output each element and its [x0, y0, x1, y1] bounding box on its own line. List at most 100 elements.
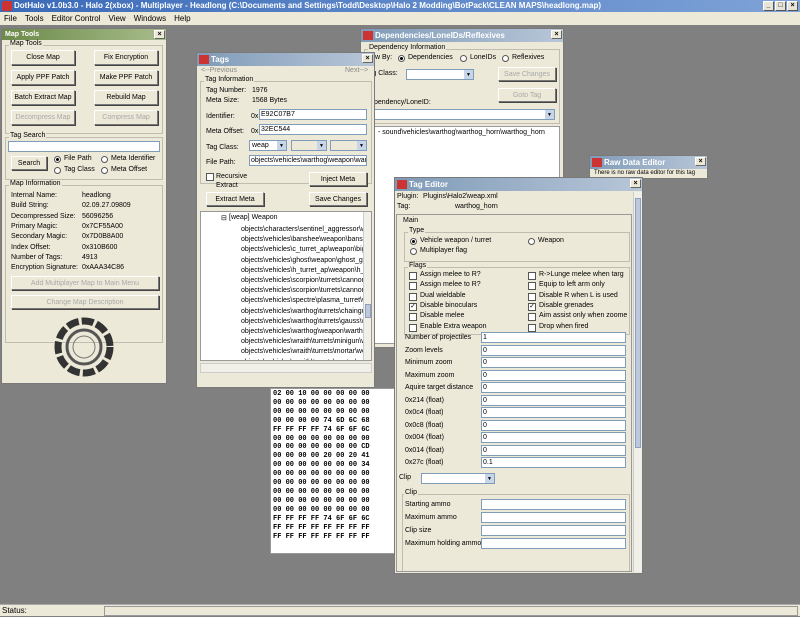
flag-checkbox[interactable] [528, 272, 536, 280]
tree-item[interactable]: objects\vehicles\scorpion\turrets\cannon… [241, 276, 371, 286]
flag-checkbox[interactable] [409, 323, 417, 332]
tree-item[interactable]: objects\vehicles\warthog\weapon\warthog_… [241, 327, 371, 337]
rebuild-map-button[interactable]: Rebuild Map [94, 90, 158, 105]
reflexives-radio[interactable] [502, 55, 509, 62]
tag-class-select-3[interactable] [330, 140, 367, 151]
tag-editor-scrollbar[interactable] [633, 192, 642, 572]
clip-field-input[interactable] [481, 499, 626, 510]
menu-tools[interactable]: Tools [25, 12, 44, 25]
dependency-item[interactable]: - sound\vehicles\warthog\warthog_horn\wa… [378, 129, 545, 136]
tree-item[interactable]: objects\vehicles\wraith\turrets\mortar\w… [241, 347, 371, 357]
decompress-map-button[interactable]: Decompress Map [11, 110, 75, 125]
tree-item[interactable]: objects\vehicles\scorpion\turrets\cannon… [241, 286, 371, 296]
close-icon[interactable]: × [630, 179, 641, 188]
make-ppf-button[interactable]: Make PPF Patch [94, 70, 158, 85]
flag-checkbox[interactable] [409, 272, 417, 280]
field-input[interactable]: 0.1 [481, 457, 626, 468]
file-path-radio[interactable] [54, 156, 61, 163]
loneids-radio[interactable] [460, 55, 467, 62]
flag-checkbox[interactable] [409, 292, 417, 301]
next-link[interactable]: Next--> [345, 67, 368, 74]
menu-help[interactable]: Help [174, 12, 190, 25]
tree-item[interactable]: objects\vehicles\warthog\turrets\chaingu… [241, 307, 371, 317]
field-input[interactable]: 0 [481, 369, 626, 381]
minimize-button[interactable]: _ [763, 1, 774, 11]
tag-tree[interactable]: ⊟ [weap] Weapon objects\characters\senti… [200, 211, 372, 361]
dep-tag-class-select[interactable] [406, 69, 474, 80]
menu-windows[interactable]: Windows [134, 12, 166, 25]
close-icon[interactable]: × [551, 30, 562, 39]
field-input[interactable]: 0 [481, 394, 626, 406]
flag-checkbox[interactable] [409, 282, 417, 291]
type-mpflag-radio[interactable] [410, 248, 417, 255]
close-window-button[interactable]: × [787, 1, 798, 11]
add-mp-map-button[interactable]: Add Multiplayer Map to Main Menu [11, 276, 159, 290]
hex-view[interactable]: 02 00 10 00 00 00 00 00 00 00 00 00 00 00… [270, 388, 395, 554]
menu-editor-control[interactable]: Editor Control [52, 12, 101, 25]
type-weapon-radio[interactable] [528, 238, 535, 245]
clip-select[interactable] [421, 473, 495, 484]
change-description-button[interactable]: Change Map Description [11, 295, 159, 309]
meta-offset-input[interactable]: 32EC544 [259, 124, 367, 135]
apply-ppf-button[interactable]: Apply PPF Patch [11, 70, 75, 85]
save-changes-button[interactable]: Save Changes [309, 192, 367, 206]
clip-field-input[interactable] [481, 538, 626, 549]
tree-item[interactable]: objects\vehicles\h_turret_ap\weapon\h_tu… [241, 266, 371, 276]
field-input[interactable]: 0 [481, 444, 626, 456]
identifier-input[interactable]: E92C07B7 [259, 109, 367, 120]
file-path-input[interactable]: objects\vehicles\warthog\weapon\warthog_… [249, 155, 367, 166]
meta-identifier-radio[interactable] [101, 156, 108, 163]
flag-checkbox[interactable] [528, 313, 536, 322]
flag-checkbox[interactable] [528, 292, 536, 301]
fix-encryption-button[interactable]: Fix Encryption [94, 50, 158, 65]
close-icon[interactable]: × [154, 30, 165, 39]
field-input[interactable]: 0 [481, 344, 626, 356]
batch-extract-button[interactable]: Batch Extract Map [11, 90, 75, 105]
flag-checkbox[interactable] [409, 313, 417, 322]
menu-file[interactable]: File [4, 12, 17, 25]
tree-item[interactable]: objects\vehicles\banshee\weapon\banshee [241, 235, 371, 245]
flag-checkbox[interactable] [528, 282, 536, 291]
dep-save-changes-button[interactable]: Save Changes [498, 67, 556, 81]
recursive-extract-checkbox[interactable] [206, 173, 214, 181]
tree-item[interactable]: objects\vehicles\c_turret_ap\weapon\big_… [241, 245, 371, 255]
tree-item[interactable]: objects\vehicles\warthog\turrets\gauss\w… [241, 317, 371, 327]
tree-collapse-icon[interactable]: ⊟ [221, 214, 227, 222]
tree-item[interactable]: objects\vehicles\wraith\turrets\minigun\… [241, 337, 371, 347]
field-input[interactable]: 0 [481, 357, 626, 368]
tree-item[interactable]: objects\vehicles\wraith\turrets\mortar\m… [241, 358, 371, 360]
tree-item[interactable]: objects\vehicles\ghost\weapon\ghost_gun [241, 256, 371, 266]
close-icon[interactable]: × [362, 54, 373, 63]
compress-map-button[interactable]: Compress Map [94, 110, 158, 125]
close-map-button[interactable]: Close Map [11, 50, 75, 65]
close-icon[interactable]: × [695, 157, 706, 166]
previous-link[interactable]: <--Previous [201, 67, 237, 74]
tag-class-select-2[interactable] [291, 140, 327, 151]
field-input[interactable]: 1 [481, 332, 626, 343]
tree-root[interactable]: [weap] Weapon [229, 214, 278, 221]
dependencies-radio[interactable] [398, 55, 405, 62]
field-input[interactable]: 0 [481, 382, 626, 393]
flag-checkbox[interactable] [528, 323, 536, 332]
tag-search-input[interactable] [8, 141, 160, 152]
clip-field-input[interactable] [481, 512, 626, 523]
field-input[interactable]: 0 [481, 419, 626, 431]
tag-class-select[interactable]: weap [249, 140, 287, 151]
extract-meta-button[interactable]: Extract Meta [206, 192, 264, 206]
tree-item[interactable]: objects\vehicles\spectre\plasma_turret\w… [241, 296, 371, 306]
flag-checkbox[interactable]: ✓ [528, 302, 536, 311]
tags-hscroll[interactable] [200, 363, 372, 373]
menu-view[interactable]: View [109, 12, 126, 25]
field-input[interactable]: 0 [481, 407, 626, 418]
tag-class-radio[interactable] [54, 167, 61, 174]
meta-offset-radio[interactable] [101, 167, 108, 174]
maximize-button[interactable]: □ [775, 1, 786, 11]
dependency-select[interactable] [365, 109, 555, 120]
inject-meta-button[interactable]: Inject Meta [309, 172, 367, 186]
tree-item[interactable]: objects\characters\sentinel_aggressor\we… [241, 225, 371, 235]
flag-checkbox[interactable]: ✓ [409, 302, 417, 311]
clip-field-input[interactable] [481, 525, 626, 536]
type-vehicle-radio[interactable] [410, 238, 417, 245]
field-input[interactable]: 0 [481, 432, 626, 443]
tree-scrollbar[interactable] [363, 212, 371, 360]
